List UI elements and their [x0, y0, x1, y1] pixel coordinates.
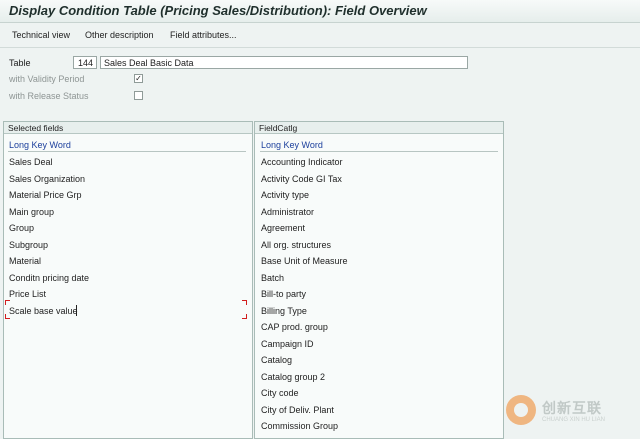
catalog-row[interactable]: Accounting Indicator — [261, 157, 343, 167]
selected-row[interactable]: Scale base value — [9, 306, 78, 316]
selected-row[interactable]: Group — [9, 223, 34, 233]
catalog-row[interactable]: Bill-to party — [261, 289, 306, 299]
watermark-logo-icon — [506, 395, 536, 425]
catalog-row[interactable]: City code — [261, 388, 299, 398]
text-caret — [76, 305, 77, 316]
catalog-row[interactable]: CAP prod. group — [261, 322, 328, 332]
release-status-label: with Release Status — [9, 91, 89, 101]
focus-corner-bottom-right — [242, 314, 247, 319]
catalog-row[interactable]: Administrator — [261, 207, 314, 217]
selected-row[interactable]: Material Price Grp — [9, 190, 82, 200]
catalog-row[interactable]: Base Unit of Measure — [261, 256, 348, 266]
focus-corner-top-right — [242, 300, 247, 305]
focus-corner-top-left — [5, 300, 10, 305]
release-status-checkbox[interactable] — [134, 91, 143, 100]
validity-period-checkbox[interactable]: ✓ — [134, 74, 143, 83]
catalog-row[interactable]: Activity type — [261, 190, 309, 200]
catalog-row[interactable]: City of Deliv. Plant — [261, 405, 334, 415]
application-toolbar: Technical view Other description Field a… — [0, 23, 640, 48]
catalog-column-header[interactable]: Long Key Word — [261, 140, 323, 150]
catalog-row[interactable]: Batch — [261, 273, 284, 283]
table-number-field[interactable]: 144 — [73, 56, 97, 69]
field-catalog-header: FieldCatlg — [255, 122, 503, 134]
selected-row[interactable]: Subgroup — [9, 240, 48, 250]
selected-column-header[interactable]: Long Key Word — [9, 140, 71, 150]
other-description-button[interactable]: Other description — [85, 30, 154, 40]
catalog-row[interactable]: Campaign ID — [261, 339, 314, 349]
selected-row[interactable]: Main group — [9, 207, 54, 217]
catalog-row[interactable]: Catalog group 2 — [261, 372, 325, 382]
selected-row[interactable]: Sales Deal — [9, 157, 53, 167]
catalog-header-divider — [260, 151, 498, 152]
selected-row[interactable]: Price List — [9, 289, 46, 299]
validity-period-label: with Validity Period — [9, 74, 85, 84]
window-title: Display Condition Table (Pricing Sales/D… — [9, 3, 427, 18]
table-label: Table — [9, 58, 31, 68]
selected-row[interactable]: Conditn pricing date — [9, 273, 89, 283]
catalog-row[interactable]: Billing Type — [261, 306, 307, 316]
technical-view-button[interactable]: Technical view — [12, 30, 70, 40]
field-attributes-button[interactable]: Field attributes... — [170, 30, 237, 40]
selected-row[interactable]: Material — [9, 256, 41, 266]
selected-fields-header: Selected fields — [4, 122, 252, 134]
catalog-row[interactable]: Commission Group — [261, 421, 338, 431]
catalog-row[interactable]: Catalog — [261, 355, 292, 365]
selected-row[interactable]: Sales Organization — [9, 174, 85, 184]
catalog-row[interactable]: Activity Code GI Tax — [261, 174, 342, 184]
title-bar: Display Condition Table (Pricing Sales/D… — [0, 0, 640, 23]
table-description-field[interactable]: Sales Deal Basic Data — [100, 56, 468, 69]
catalog-row[interactable]: Agreement — [261, 223, 305, 233]
catalog-row[interactable]: All org. structures — [261, 240, 331, 250]
watermark: 创新互联 CHUANG XIN HU LIAN — [506, 393, 634, 429]
focus-corner-bottom-left — [5, 314, 10, 319]
selected-header-divider — [8, 151, 246, 152]
watermark-subtext: CHUANG XIN HU LIAN — [542, 417, 606, 423]
watermark-text: 创新互联 — [542, 400, 602, 416]
check-mark-icon: ✓ — [135, 74, 142, 83]
